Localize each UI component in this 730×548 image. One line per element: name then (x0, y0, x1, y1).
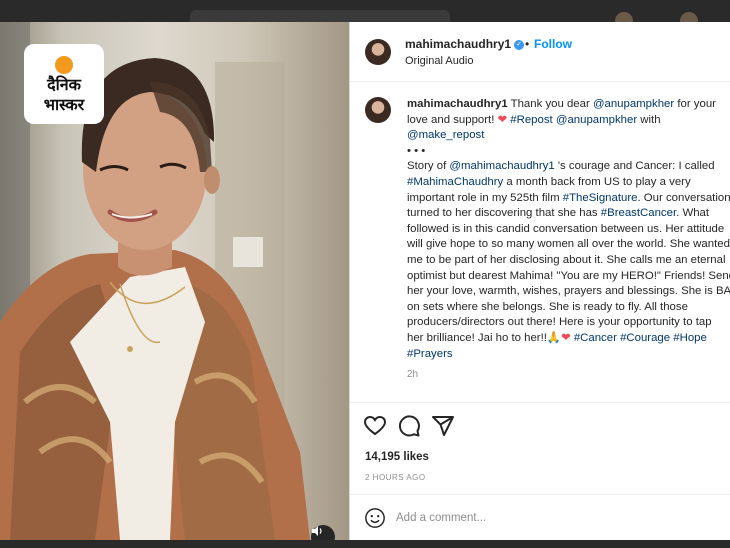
header-username[interactable]: mahimachaudhry1 ✓ (405, 37, 525, 51)
caption-link[interactable]: #Prayers (407, 348, 453, 360)
caption-text-segment: . What (676, 207, 710, 220)
caption-text-segment: optimist but dearest Mahima! "You are my… (407, 269, 730, 282)
caption-link[interactable]: #Cancer (574, 332, 617, 344)
caption-link[interactable]: @anupampkher (556, 114, 637, 126)
caption-line: will give hope to so many women all over… (407, 237, 730, 253)
background-strip-bottom (0, 540, 730, 548)
caption-text-segment: will give hope to so many women all over… (407, 238, 730, 251)
share-icon[interactable] (431, 414, 455, 438)
heart-emoji: ❤ (561, 331, 571, 344)
caption-line: me to be part of her disclosing about it… (407, 253, 730, 269)
caption-area: mahimachaudhry1 Thank you dear @anupampk… (350, 82, 730, 402)
audio-label[interactable]: Original Audio (405, 55, 474, 67)
heart-emoji: ❤ (497, 113, 508, 126)
caption-line: turned to her discovering that she has #… (407, 206, 730, 222)
caption-line: mahimachaudhry1 Thank you dear @anupampk… (407, 97, 730, 113)
background-avatar (615, 12, 633, 22)
caption-text-segment: for your (674, 98, 716, 110)
caption-line: Story of @mahimachaudhry1 's courage and… (407, 159, 730, 175)
dainik-bhaskar-logo: दैनिक भास्कर (24, 44, 104, 124)
post-panel: mahimachaudhry1 ✓ • Follow Original Audio… (349, 22, 730, 540)
caption-username[interactable]: mahimachaudhry1 (407, 98, 508, 110)
verified-badge-icon: ✓ (514, 39, 525, 50)
caption-link[interactable]: #Hope (673, 332, 707, 344)
background-strip-top (0, 0, 730, 22)
caption-text-segment: me to be part of her disclosing about it… (407, 253, 726, 266)
heart-icon[interactable] (363, 414, 387, 438)
username-text[interactable]: mahimachaudhry1 (405, 37, 511, 51)
caption-text-segment: her brilliance! Jai ho to her!!🙏 (407, 331, 562, 344)
background-bar (190, 10, 450, 22)
caption-text-segment: on sets where she belongs. She is ready … (407, 300, 688, 313)
caption-text: mahimachaudhry1 Thank you dear @anupampk… (407, 97, 730, 362)
caption-line: #MahimaChaudhry a month back from US to … (407, 175, 730, 191)
comment-bar (350, 494, 730, 540)
caption-line: her your love, warmth, wishes, prayers a… (407, 284, 730, 300)
comment-input[interactable] (396, 508, 716, 528)
caption-text-segment: with (637, 113, 661, 126)
caption-text-segment: • • • (407, 144, 426, 157)
comment-icon[interactable] (397, 414, 421, 438)
caption-text-segment: turned to her discovering that she has (407, 207, 601, 220)
avatar[interactable] (365, 39, 391, 65)
caption-text-segment: Story of (407, 160, 450, 173)
caption-line: important role in my 525th film #TheSign… (407, 191, 730, 207)
caption-line: @make_repost (407, 128, 730, 144)
avatar[interactable] (365, 97, 391, 123)
caption-link[interactable]: #Repost (510, 114, 552, 126)
caption-line: on sets where she belongs. She is ready … (407, 300, 730, 316)
caption-line: followed is in this candid conversation … (407, 222, 730, 238)
logo-text-line1: दैनिक (47, 75, 81, 94)
logo-text-line2: भास्कर (43, 95, 85, 114)
caption-text-segment: love and support! (407, 113, 498, 126)
emoji-icon[interactable] (364, 507, 386, 529)
caption-line: #Prayers (407, 347, 730, 363)
caption-text-segment: important role in my 525th film (407, 191, 563, 204)
follow-button[interactable]: Follow (534, 37, 572, 51)
caption-text-segment: her your love, warmth, wishes, prayers a… (407, 285, 730, 298)
caption-link[interactable]: @anupampkher (593, 98, 674, 110)
likes-count[interactable]: 14,195 likes (365, 451, 429, 463)
background-avatar (680, 12, 698, 22)
caption-line: producers/directors out there! Here is y… (407, 315, 730, 331)
caption-link[interactable]: @mahimachaudhry1 (449, 160, 554, 172)
post-time-ago: 2 HOURS AGO (365, 473, 426, 482)
caption-text-segment: Thank you dear (507, 98, 593, 110)
caption-text-segment: producers/directors out there! Here is y… (407, 316, 712, 329)
post-header: mahimachaudhry1 ✓ • Follow Original Audio (350, 22, 730, 82)
post-video[interactable]: दैनिक भास्कर (0, 22, 349, 540)
speaker-icon (312, 526, 322, 536)
caption-link[interactable]: #TheSignature (563, 192, 638, 204)
caption-line: love and support! ❤ #Repost @anupampkher… (407, 113, 730, 129)
caption-link[interactable]: @make_repost (407, 129, 484, 141)
caption-line: • • • (407, 144, 730, 160)
caption-line: her brilliance! Jai ho to her!!🙏❤ #Cance… (407, 331, 730, 347)
caption-text-segment: followed is in this candid conversation … (407, 222, 725, 235)
caption-text-segment: a month back from US to play a very (503, 175, 691, 188)
caption-text-segment: . Our conversation (637, 191, 730, 204)
logo-sun-icon (55, 56, 73, 74)
caption-text-segment: 's courage and Cancer: I called (554, 160, 715, 173)
caption-link[interactable]: #Courage (620, 332, 670, 344)
caption-line: optimist but dearest Mahima! "You are my… (407, 269, 730, 285)
separator-dot: • (525, 37, 530, 51)
caption-timestamp[interactable]: 2h (407, 369, 418, 380)
caption-link[interactable]: #MahimaChaudhry (407, 176, 503, 188)
caption-link[interactable]: #BreastCancer (601, 207, 676, 219)
